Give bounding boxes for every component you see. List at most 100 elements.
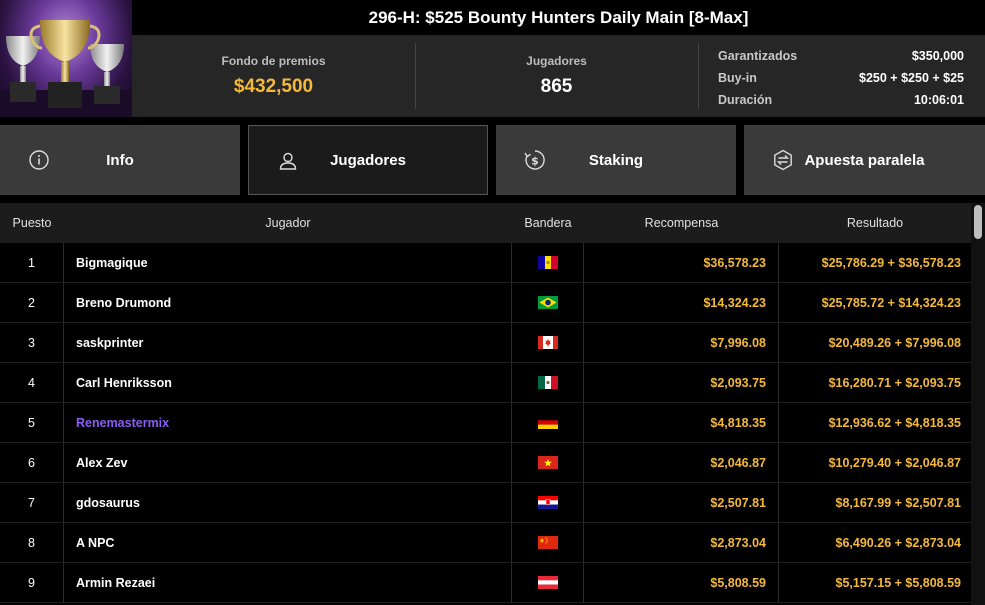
detail-value: 10:06:01: [913, 93, 964, 107]
row-result: $10,279.40 + $2,046.87: [828, 455, 961, 470]
player-name[interactable]: Alex Zev: [76, 456, 127, 470]
header-result[interactable]: Resultado: [779, 203, 971, 243]
row-result: $8,167.99 + $2,507.81: [835, 495, 961, 510]
table-row[interactable]: 2 Breno Drumond $14,324.23 $25,785.72 + $14…: [0, 283, 971, 323]
tab-side-bet[interactable]: Apuesta paralela: [744, 125, 985, 195]
row-reward: $7,996.08: [584, 323, 779, 362]
tab-staking[interactable]: $ Staking: [496, 125, 736, 195]
row-flag: [512, 363, 584, 402]
user-icon: [279, 152, 297, 170]
player-name[interactable]: Armin Rezaei: [76, 576, 155, 590]
player-name[interactable]: Renemastermix: [76, 416, 169, 430]
row-reward: $14,324.23: [584, 283, 779, 322]
detail-label: Duración: [718, 93, 773, 107]
row-flag: [512, 403, 584, 442]
row-reward: $4,818.35: [584, 403, 779, 442]
player-name[interactable]: saskprinter: [76, 336, 143, 350]
row-result: $25,785.72 + $14,324.23: [821, 295, 961, 310]
table-row[interactable]: 6 Alex Zev $2,046.87 $10,279.40 + $2,046.87: [0, 443, 971, 483]
row-result: $12,936.62 + $4,818.35: [828, 415, 961, 430]
table-header: Puesto Jugador Bandera Recompensa Result…: [0, 203, 971, 243]
row-position: 3: [0, 323, 64, 362]
canada-flag-icon: [537, 336, 558, 349]
tab-bar: Info Jugadores $ Staking Apuesta paralel…: [0, 125, 985, 195]
table-scrollbar[interactable]: [971, 203, 985, 605]
row-reward: $36,578.23: [584, 243, 779, 282]
row-player: Breno Drumond: [64, 283, 512, 322]
table-row[interactable]: 3 saskprinter $7,996.08 $20,489.26 + $7,996…: [0, 323, 971, 363]
tab-info[interactable]: Info: [0, 125, 240, 195]
table-row[interactable]: 5 Renemastermix $4,818.35 $12,936.62 + $4,8…: [0, 403, 971, 443]
header-reward[interactable]: Recompensa: [584, 203, 779, 243]
row-result: $5,157.15 + $5,808.59: [835, 575, 961, 590]
tournament-details: Garantizados $350,000 Buy-in $250 + $250…: [698, 35, 985, 117]
row-position: 8: [0, 523, 64, 562]
player-name[interactable]: Breno Drumond: [76, 296, 171, 310]
row-player: Renemastermix: [64, 403, 512, 442]
row-flag: [512, 483, 584, 522]
table-row[interactable]: 7 gdosaurus $2,507.81 $8,167.99 + $2,507.81: [0, 483, 971, 523]
row-position: 5: [0, 403, 64, 442]
player-name[interactable]: gdosaurus: [76, 496, 140, 510]
row-reward: $5,808.59: [584, 563, 779, 602]
mexico-flag-icon: [537, 376, 558, 389]
info-icon: [29, 150, 49, 170]
tournament-logo: [0, 0, 132, 117]
row-flag: [512, 323, 584, 362]
brazil-flag-icon: [537, 296, 558, 309]
player-name[interactable]: Carl Henriksson: [76, 376, 172, 390]
row-player: Bigmagique: [64, 243, 512, 282]
detail-label: Garantizados: [718, 49, 798, 63]
row-position: 7: [0, 483, 64, 522]
row-result: $16,280.71 + $2,093.75: [828, 375, 961, 390]
detail-duration: Duración 10:06:01: [718, 89, 964, 111]
players-label: Jugadores: [526, 54, 587, 68]
detail-value: $350,000: [911, 49, 964, 63]
players-table: Puesto Jugador Bandera Recompensa Result…: [0, 203, 971, 605]
row-result: $20,489.26 + $7,996.08: [828, 335, 961, 350]
trophy-icon: [0, 20, 132, 117]
prize-pool-value: $432,500: [233, 76, 314, 97]
row-player: Carl Henriksson: [64, 363, 512, 402]
player-name[interactable]: A NPC: [76, 536, 114, 550]
table-row[interactable]: 8 A NPC $2,873.04 $6,490.26 + $2,873.04: [0, 523, 971, 563]
austria-flag-icon: [537, 576, 558, 589]
row-player: Armin Rezaei: [64, 563, 512, 602]
row-position: 4: [0, 363, 64, 402]
tournament-stats: Fondo de premios $432,500 Jugadores 865 …: [132, 35, 985, 117]
header-flag[interactable]: Bandera: [512, 203, 584, 243]
row-result: $25,786.29 + $36,578.23: [821, 255, 961, 270]
germany-flag-icon: [537, 416, 558, 429]
table-row[interactable]: 1 Bigmagique $36,578.23 $25,786.29 + $36,57…: [0, 243, 971, 283]
row-flag: [512, 283, 584, 322]
header-position[interactable]: Puesto: [0, 203, 64, 243]
row-player: saskprinter: [64, 323, 512, 362]
row-player: gdosaurus: [64, 483, 512, 522]
detail-label: Buy-in: [718, 71, 757, 85]
players-count: Jugadores 865: [415, 35, 698, 117]
row-reward: $2,093.75: [584, 363, 779, 402]
players-value: 865: [540, 76, 573, 97]
scrollbar-thumb[interactable]: [974, 205, 982, 239]
row-flag: [512, 443, 584, 482]
row-reward: $2,046.87: [584, 443, 779, 482]
tab-players[interactable]: Jugadores: [248, 125, 488, 195]
detail-buyin: Buy-in $250 + $250 + $25: [718, 67, 964, 89]
player-name[interactable]: Bigmagique: [76, 256, 148, 270]
row-position: 9: [0, 563, 64, 602]
tournament-title: 296-H: $525 Bounty Hunters Daily Main [8…: [132, 0, 985, 35]
row-flag: [512, 563, 584, 602]
china-flag-icon: [537, 536, 558, 549]
row-flag: [512, 243, 584, 282]
header-player[interactable]: Jugador: [64, 203, 512, 243]
vietnam-flag-icon: [537, 456, 558, 469]
row-reward: $2,507.81: [584, 483, 779, 522]
row-position: 2: [0, 283, 64, 322]
table-body: 1 Bigmagique $36,578.23 $25,786.29 + $36,57…: [0, 243, 971, 603]
svg-text:$: $: [531, 155, 539, 168]
row-player: A NPC: [64, 523, 512, 562]
row-position: 6: [0, 443, 64, 482]
table-row[interactable]: 9 Armin Rezaei $5,808.59 $5,157.15 + $5,808…: [0, 563, 971, 603]
table-row[interactable]: 4 Carl Henriksson $2,093.75 $16,280.71 + $2…: [0, 363, 971, 403]
row-reward: $2,873.04: [584, 523, 779, 562]
